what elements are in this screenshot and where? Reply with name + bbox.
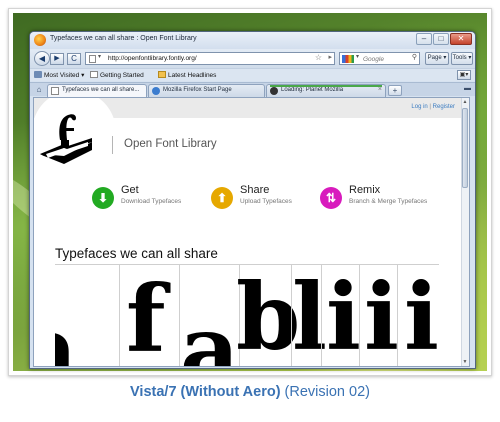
glyph-char: i [364,265,399,367]
search-box[interactable]: ▾ ⚲ [339,52,420,65]
glyph-cell[interactable]: b [236,265,300,366]
google-icon[interactable] [342,55,354,63]
url-text[interactable]: http://openfontlibrary.fontly.org/ [108,55,197,62]
glyph-cell[interactable]: i [321,265,361,367]
bookmarks-menu-button[interactable]: ▣▾ [457,70,471,80]
glyph-cell[interactable]: a [179,265,240,367]
remix-icon[interactable]: ⇅ [320,187,342,209]
window-title: Typefaces we can all share : Open Font L… [50,35,197,42]
title-bar: Typefaces we can all share : Open Font L… [30,32,475,49]
tab-planet-mozilla[interactable]: Loading: Planet Mozilla × [266,84,386,97]
feature-subtitle: Download Typefaces [121,198,182,205]
feature-get[interactable]: ⬇ Get Download Typefaces [92,184,202,214]
glyph-cell[interactable]: a [55,265,85,366]
tab-label: Typefaces we can all share... [62,87,140,93]
tab-list-icon[interactable]: ▬ [464,85,471,92]
window-controls: – □ ✕ [415,33,472,45]
bookmark-most-visited[interactable]: Most Visited ▾ [34,71,84,79]
screenshot-frame: Typefaces we can all share : Open Font L… [8,8,492,376]
loading-icon [270,87,278,95]
caption-revision: (Revision 02) [280,384,370,400]
bookmark-getting-started[interactable]: Getting Started [90,71,144,79]
page-menu-button[interactable]: Page ▾ [425,52,449,65]
site-name[interactable]: Open Font Library [124,138,217,150]
close-tab-icon[interactable]: × [378,86,382,93]
header-divider [112,136,113,154]
glyph-cell[interactable]: i [397,265,439,367]
feature-title[interactable]: Remix [349,184,380,196]
back-button[interactable]: ◀ [34,51,50,66]
scroll-down-icon[interactable]: ▼ [461,358,469,366]
glyph-cell[interactable]: i [359,265,399,367]
chevron-down-icon[interactable]: ▾ [356,53,359,60]
minimize-button[interactable]: – [416,33,432,45]
tools-menu-button[interactable]: Tools ▾ [451,52,473,65]
bookmark-latest-headlines[interactable]: Latest Headlines [158,71,216,79]
page-icon [90,71,98,78]
reload-button[interactable]: C [67,53,81,65]
register-link[interactable]: Register [433,104,455,110]
bookmark-label: Latest Headlines [168,72,217,79]
loading-progress-bar [270,85,382,87]
forward-button[interactable]: ▶ [50,53,64,65]
glyph-cell[interactable]: f [119,265,179,367]
address-bar[interactable]: ▾ http://openfontlibrary.fontly.org/ ☆ ▸ [85,52,335,65]
new-tab-button[interactable]: + [388,85,402,96]
home-icon[interactable]: ⌂ [33,84,45,95]
feature-subtitle: Branch & Merge Typefaces [349,198,428,205]
glyph-char: f [126,265,166,367]
section-title: Typefaces we can all share [55,246,218,261]
open-font-library-logo-icon[interactable] [38,110,94,170]
page-icon [89,55,96,63]
auth-links: Log in | Register [411,104,455,110]
page-icon [51,87,59,95]
feature-title[interactable]: Share [240,184,269,196]
feature-subtitle: Upload Typefaces [240,198,292,205]
go-arrow-icon[interactable]: ▸ [328,53,332,61]
search-input[interactable] [363,54,407,64]
page-content: Log in | Register Open Font Library ⬇ Ge… [33,97,470,367]
glyph-char: i [326,265,361,367]
bookmark-label: Getting Started [100,72,144,79]
caption-title: Vista/7 (Without Aero) [130,384,281,400]
tab-label: Loading: Planet Mozilla [281,87,344,93]
bookmark-label: Most Visited ▾ [44,72,85,79]
chevron-down-icon[interactable]: ▾ [98,53,101,60]
glyph-char: i [404,265,439,367]
bookmark-star-icon[interactable]: ☆ [315,53,322,62]
feature-share[interactable]: ⬆ Share Upload Typefaces [211,184,321,214]
close-button[interactable]: ✕ [450,33,472,45]
firefox-icon [34,34,46,46]
mozilla-icon [152,87,160,95]
maximize-button[interactable]: □ [433,33,449,45]
tab-firefox-start[interactable]: Mozilla Firefox Start Page [148,84,265,97]
tab-typefaces[interactable]: Typefaces we can all share... [47,84,147,98]
vertical-scrollbar[interactable]: ▲ ▼ [461,98,469,366]
bookmark-star-icon [34,71,42,78]
upload-icon[interactable]: ⬆ [211,187,233,209]
login-link[interactable]: Log in [411,104,427,110]
download-icon[interactable]: ⬇ [92,187,114,209]
caption: Vista/7 (Without Aero) (Revision 02) [0,384,500,400]
glyph-char: a [55,303,78,366]
feature-title[interactable]: Get [121,184,139,196]
glyph-cell[interactable]: l [291,265,327,366]
tab-strip: ⌂ Typefaces we can all share... Mozilla … [30,82,475,98]
rss-folder-icon [158,71,166,78]
glyph-char: a [180,295,240,367]
tab-label: Mozilla Firefox Start Page [163,87,232,93]
scroll-up-icon[interactable]: ▲ [461,98,469,106]
auth-separator: | [429,104,431,110]
feature-remix[interactable]: ⇅ Remix Branch & Merge Typefaces [320,184,460,214]
typeface-preview-grid: a f a b l i i i [55,265,439,367]
scrollbar-thumb[interactable] [462,108,468,188]
search-icon[interactable]: ⚲ [412,53,417,61]
navigation-toolbar: ◀ ▶ C ▾ http://openfontlibrary.fontly.or… [30,49,475,68]
browser-window: Typefaces we can all share : Open Font L… [29,31,476,369]
bookmarks-toolbar: Most Visited ▾ Getting Started Latest He… [30,68,475,81]
